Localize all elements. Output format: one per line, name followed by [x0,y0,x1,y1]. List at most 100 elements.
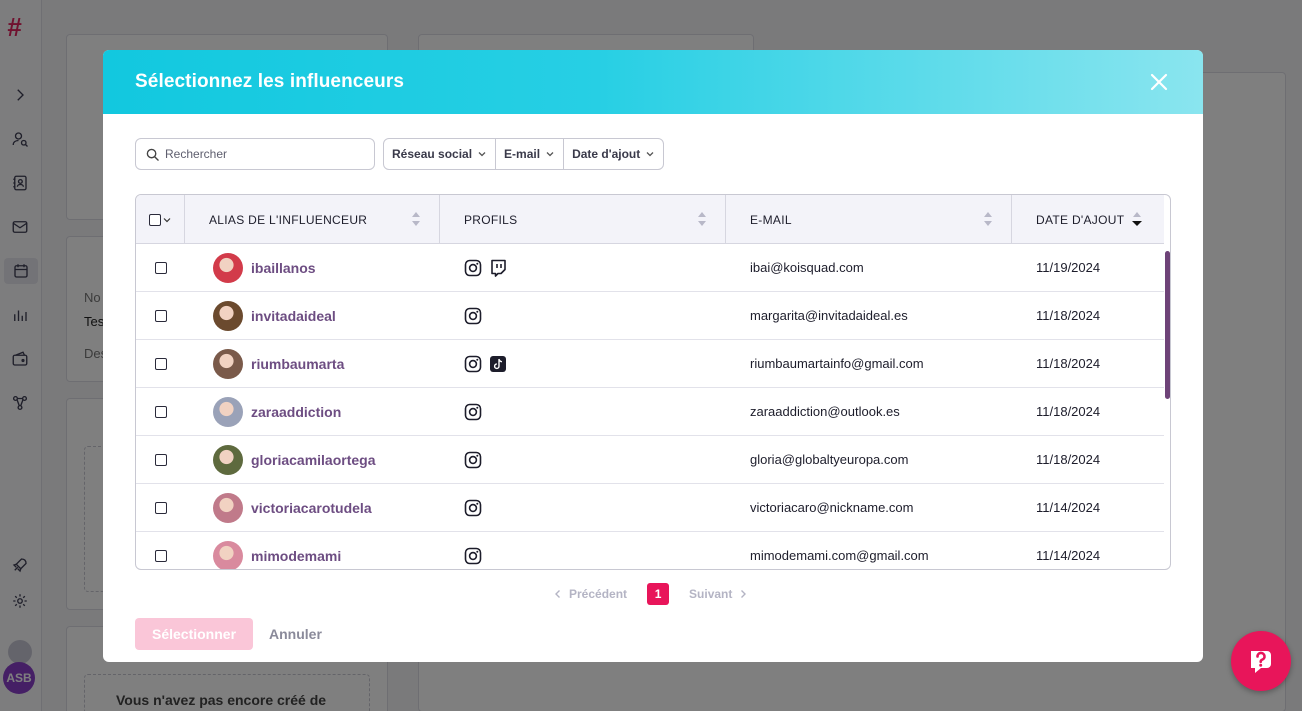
row-select-cell[interactable] [136,292,185,340]
filter-date-added[interactable]: Date d'ajout [564,139,663,169]
column-header-alias[interactable]: ALIAS DE L'INFLUENCEUR [185,195,440,244]
instagram-icon[interactable] [464,259,482,277]
pagination-prev-label: Précédent [569,587,628,601]
profiles-cell [440,436,726,484]
alias-cell: victoriacarotudela [185,484,440,532]
sort-icon[interactable] [697,210,707,228]
date-cell: 11/18/2024 [1036,404,1101,419]
influencer-alias[interactable]: zaraaddiction [251,404,341,420]
row-select-cell[interactable] [136,244,185,292]
table-row[interactable]: victoriacarotudela victoriacaro@nickname.… [136,484,1164,532]
close-button[interactable] [1149,72,1169,92]
instagram-icon[interactable] [464,355,482,373]
instagram-icon[interactable] [464,307,482,325]
email-cell: ibai@koisquad.com [750,260,864,275]
influencer-alias[interactable]: mimodemami [251,548,341,564]
twitch-icon[interactable] [489,259,507,277]
table-row[interactable]: riumbaumarta riumbaumartainfo@gmail.com 11… [136,340,1164,388]
influencer-avatar [213,396,243,427]
pagination-prev[interactable]: Précédent [553,587,627,601]
column-header-profiles[interactable]: PROFILS [440,195,726,244]
instagram-icon[interactable] [464,499,482,517]
table-row[interactable]: zaraaddiction zaraaddiction@outlook.es 11/… [136,388,1164,436]
influencers-table: ALIAS DE L'INFLUENCEUR PROFILS E-MAIL DA… [135,194,1171,570]
email-cell: gloria@globaltyeuropa.com [750,452,909,467]
date-cell: 11/18/2024 [1036,452,1101,467]
influencer-alias[interactable]: gloriacamilaortega [251,452,376,468]
profiles-cell [440,388,726,436]
influencer-alias[interactable]: riumbaumarta [251,356,344,372]
chevron-left-icon [555,590,560,598]
chevron-down-icon [646,152,654,157]
row-select-cell[interactable] [136,532,185,570]
column-header-date[interactable]: DATE D'AJOUT [1012,195,1164,244]
table-body: ibaillanos ibai@koisquad.com 11/19/2024 inv… [136,244,1164,570]
pagination-next-label: Suivant [689,587,733,601]
help-icon [1251,651,1271,673]
filter-label: Date d'ajout [572,147,641,161]
column-header-label: E-MAIL [750,212,792,227]
instagram-icon[interactable] [464,451,482,469]
row-select-cell[interactable] [136,388,185,436]
row-checkbox[interactable] [154,405,167,418]
row-select-cell[interactable] [136,484,185,532]
influencer-avatar [213,540,243,569]
row-checkbox[interactable] [154,453,167,466]
date-cell: 11/18/2024 [1036,308,1101,323]
row-checkbox[interactable] [154,309,167,322]
search-icon [146,148,159,161]
date-cell: 11/14/2024 [1036,500,1101,515]
pagination: Précédent 1 Suivant [553,582,748,606]
table-row[interactable]: gloriacamilaortega gloria@globaltyeuropa.… [136,436,1164,484]
sort-icon[interactable] [983,210,993,228]
filter-label: E-mail [504,147,541,161]
sort-icon[interactable] [411,210,421,228]
instagram-icon[interactable] [464,403,482,421]
influencer-alias[interactable]: victoriacarotudela [251,500,372,516]
influencer-alias[interactable]: ibaillanos [251,260,316,276]
pagination-page-current[interactable]: 1 [647,583,670,605]
filter-email[interactable]: E-mail [496,139,565,169]
influencer-alias[interactable]: invitadaideal [251,308,336,324]
tiktok-icon[interactable] [489,355,507,373]
search-input[interactable] [165,147,365,161]
select-all-checkbox[interactable] [149,213,161,226]
date-cell: 11/18/2024 [1036,356,1101,371]
table-row[interactable]: mimodemami mimodemami.com@gmail.com 11/14/… [136,532,1164,570]
influencer-avatar [213,444,243,475]
table-row[interactable]: invitadaideal margarita@invitadaideal.es 1… [136,292,1164,340]
column-header-email[interactable]: E-MAIL [726,195,1012,244]
filter-social-network[interactable]: Réseau social [384,139,497,169]
instagram-icon[interactable] [464,547,482,565]
row-checkbox[interactable] [154,549,167,562]
filter-group: Réseau social E-mail Date d'ajout [383,138,665,170]
profiles-cell [440,340,726,388]
table-row[interactable]: ibaillanos ibai@koisquad.com 11/19/2024 [136,244,1164,292]
row-checkbox[interactable] [154,501,167,514]
row-checkbox[interactable] [154,357,167,370]
row-select-cell[interactable] [136,340,185,388]
table-scrollbar[interactable] [1165,251,1170,399]
chevron-down-icon[interactable] [163,216,171,224]
filter-label: Réseau social [392,147,473,161]
sort-desc-icon[interactable] [1132,210,1142,228]
row-checkbox[interactable] [154,261,167,274]
chevron-down-icon [478,152,486,157]
pagination-next[interactable]: Suivant [689,587,748,601]
close-icon [1150,73,1168,91]
search-field[interactable] [135,138,375,170]
profiles-cell [440,292,726,340]
column-header-label: PROFILS [464,212,518,227]
select-influencers-modal: Sélectionnez les influenceurs Réseau soc… [103,50,1203,662]
modal-title: Sélectionnez les influenceurs [135,71,404,92]
select-button[interactable]: Sélectionner [135,618,253,650]
email-cell: mimodemami.com@gmail.com [750,548,929,563]
select-all-cell[interactable] [136,195,185,244]
row-select-cell[interactable] [136,436,185,484]
date-cell: 11/19/2024 [1036,260,1101,275]
influencer-avatar [213,492,243,523]
cancel-button[interactable]: Annuler [269,618,322,650]
profiles-cell [440,532,726,570]
help-button[interactable] [1231,631,1291,691]
alias-cell: mimodemami [185,532,440,569]
